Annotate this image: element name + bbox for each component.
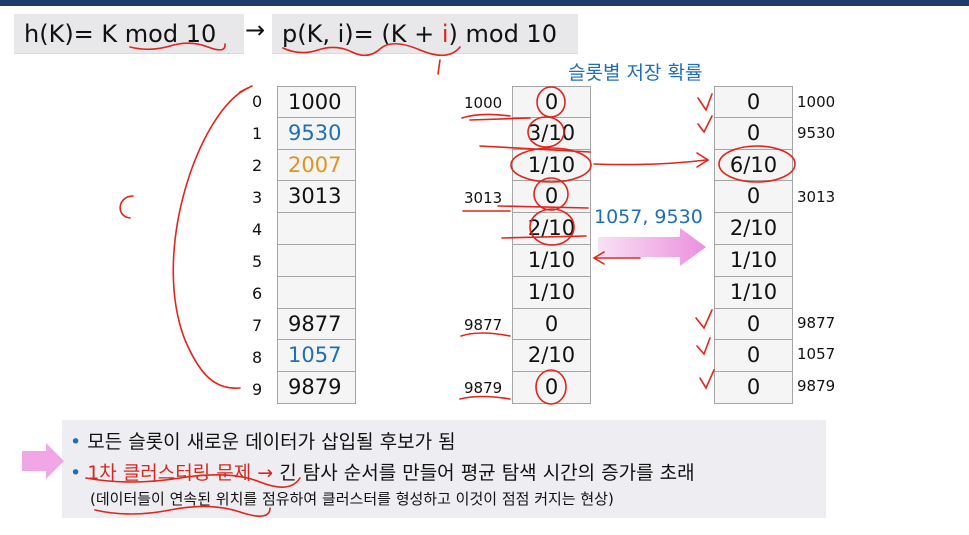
table-cell: 3013 bbox=[277, 181, 356, 214]
table-cell: 6/10 bbox=[714, 149, 793, 182]
table-cell bbox=[277, 245, 356, 277]
key-label: 3013 bbox=[464, 189, 503, 207]
table-cell: 0 bbox=[714, 86, 793, 118]
table-cell: 0 bbox=[714, 117, 793, 150]
key-label: 9877 bbox=[464, 316, 503, 334]
table-cell: 1/10 bbox=[512, 245, 591, 277]
check-9 bbox=[699, 369, 715, 390]
probe-formula-prefix: p(K, i)= (K + bbox=[282, 20, 442, 48]
transition-arrow-icon bbox=[598, 228, 706, 266]
table-cell: 0 bbox=[512, 181, 591, 214]
summary-bullet: • 1차 클러스터링 문제 → 긴 탐사 순서를 만들어 평균 탐색 시간의 증가… bbox=[70, 458, 695, 485]
table-cell: 0 bbox=[512, 86, 591, 118]
table-cell: 9877 bbox=[277, 308, 356, 341]
probe-formula-suffix: ) mod 10 bbox=[448, 20, 557, 48]
slot-index: 2 bbox=[252, 156, 263, 175]
table-cell: 9879 bbox=[277, 372, 356, 404]
table-cell: 0 bbox=[714, 308, 793, 341]
table-cell: 1/10 bbox=[714, 276, 793, 309]
slot-index: 3 bbox=[252, 188, 263, 207]
inserted-keys-label: 1057, 9530 bbox=[594, 206, 703, 228]
hash-formula: h(K)= K mod 10 bbox=[14, 14, 244, 54]
probe-formula: p(K, i)= (K + i) mod 10 bbox=[272, 14, 578, 54]
key-label: 9530 bbox=[797, 124, 836, 142]
check-0 bbox=[697, 93, 713, 112]
summary-note: (데이터들이 연속된 위치를 점유하여 클러스터를 형성하고 이것이 점점 커지… bbox=[90, 490, 614, 508]
key-label: 3013 bbox=[797, 188, 836, 206]
table-cell: 0 bbox=[714, 181, 793, 214]
slot-index: 8 bbox=[252, 348, 263, 367]
slot-index: 4 bbox=[252, 220, 263, 239]
key-label: 1000 bbox=[797, 93, 836, 111]
primary-clustering-label: 1차 클러스터링 문제 → bbox=[87, 462, 274, 484]
slot-index: 7 bbox=[252, 316, 263, 335]
formula-arrow: → bbox=[245, 16, 266, 44]
summary-pointer-icon bbox=[22, 443, 64, 479]
probe-tick bbox=[437, 59, 441, 75]
table-cell: 2/10 bbox=[714, 213, 793, 245]
check-7 bbox=[695, 309, 713, 330]
slot-index: 9 bbox=[252, 380, 263, 399]
key-label: 9879 bbox=[797, 377, 836, 395]
table-cell: 2/10 bbox=[512, 340, 591, 373]
key-label: 9877 bbox=[797, 314, 836, 332]
table-cell: 9530 bbox=[277, 117, 356, 150]
key-label: 1057 bbox=[797, 345, 836, 363]
hash-formula-text: h(K)= K mod 10 bbox=[24, 20, 217, 48]
table-cell: 1/10 bbox=[512, 149, 591, 182]
table-cell: 2007 bbox=[277, 149, 356, 182]
table-cell bbox=[277, 276, 356, 309]
table-cell: 0 bbox=[714, 340, 793, 373]
slot-index: 0 bbox=[252, 92, 263, 111]
top-bar bbox=[0, 0, 969, 6]
bracket-top bbox=[239, 85, 253, 93]
c-mark bbox=[119, 195, 134, 219]
table-cell: 1/10 bbox=[512, 276, 591, 309]
underline-1000 bbox=[461, 113, 511, 119]
bracket-curve bbox=[172, 87, 249, 389]
table-cell: 0 bbox=[512, 372, 591, 404]
check-1 bbox=[697, 115, 713, 134]
bullet-dot-icon: • bbox=[70, 431, 82, 453]
arrow-to-right bbox=[593, 159, 707, 166]
table-cell: 2/10 bbox=[512, 213, 591, 245]
arrowhead-right bbox=[696, 152, 710, 168]
summary-bullet: • 모든 슬롯이 새로운 데이터가 삽입될 후보가 됨 bbox=[70, 427, 456, 454]
slot-probability-title: 슬롯별 저장 확률 bbox=[568, 62, 703, 84]
summary-bullet-text: 모든 슬롯이 새로운 데이터가 삽입될 후보가 됨 bbox=[87, 431, 456, 453]
check-8 bbox=[696, 337, 711, 356]
slot-index: 5 bbox=[252, 252, 263, 271]
bullet-dot-icon: • bbox=[70, 462, 82, 484]
summary-bullet-text: 긴 탐사 순서를 만들어 평균 탐색 시간의 증가를 초래 bbox=[273, 462, 695, 484]
slot-index: 1 bbox=[252, 124, 263, 143]
probe-formula-i: i bbox=[441, 20, 449, 48]
slot-index: 6 bbox=[252, 284, 263, 303]
table-cell: 1000 bbox=[277, 86, 356, 118]
table-cell: 0 bbox=[714, 372, 793, 404]
table-cell: 0 bbox=[512, 308, 591, 341]
table-cell: 1057 bbox=[277, 340, 356, 373]
table-cell: 1/10 bbox=[714, 245, 793, 277]
key-label: 1000 bbox=[464, 94, 503, 112]
table-cell: 3/10 bbox=[512, 117, 591, 150]
key-label: 9879 bbox=[464, 379, 503, 397]
table-cell bbox=[277, 213, 356, 245]
